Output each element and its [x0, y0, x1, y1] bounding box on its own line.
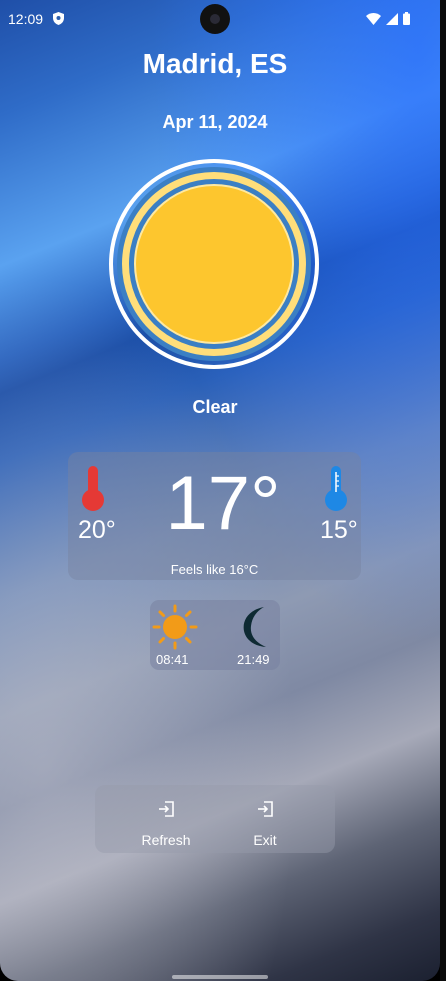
weather-content: Madrid, ES Apr 11, 2024 Clear 20° 17° 15… — [0, 0, 440, 981]
refresh-label: Refresh — [141, 832, 191, 848]
action-bar: Refresh Exit — [95, 785, 335, 853]
signal-icon — [386, 12, 398, 30]
feels-like-label: Feels like 16°C — [170, 562, 259, 577]
exit-button[interactable]: Exit — [220, 785, 310, 853]
refresh-icon — [121, 799, 211, 824]
temperature-card: 20° 17° 15° Feels like 16°C — [68, 452, 361, 580]
sunset-time: 21:49 — [237, 652, 270, 667]
camera-cutout — [200, 4, 230, 34]
device-edge — [440, 0, 446, 981]
battery-icon — [403, 12, 410, 30]
date-label: Apr 11, 2024 — [162, 112, 268, 132]
city-title: Madrid, ES — [142, 48, 288, 79]
home-indicator[interactable] — [172, 975, 268, 979]
shield-icon — [53, 12, 64, 30]
refresh-button[interactable]: Refresh — [121, 785, 211, 853]
sunrise-icon — [152, 604, 198, 655]
sunrise-time: 08:41 — [156, 652, 189, 667]
wifi-icon — [366, 12, 381, 30]
status-bar: 12:09 — [0, 0, 440, 40]
exit-label: Exit — [253, 832, 277, 848]
low-temperature: 15° — [320, 516, 358, 544]
thermometer-low-icon — [324, 466, 348, 517]
exit-icon — [220, 799, 310, 824]
clear-weather-icon — [108, 158, 320, 375]
status-time: 12:09 — [8, 11, 44, 27]
condition-label: Clear — [192, 397, 238, 417]
moon-icon — [240, 606, 268, 653]
sun-times-card: 08:41 21:49 — [150, 600, 280, 670]
status-icons — [366, 12, 410, 30]
